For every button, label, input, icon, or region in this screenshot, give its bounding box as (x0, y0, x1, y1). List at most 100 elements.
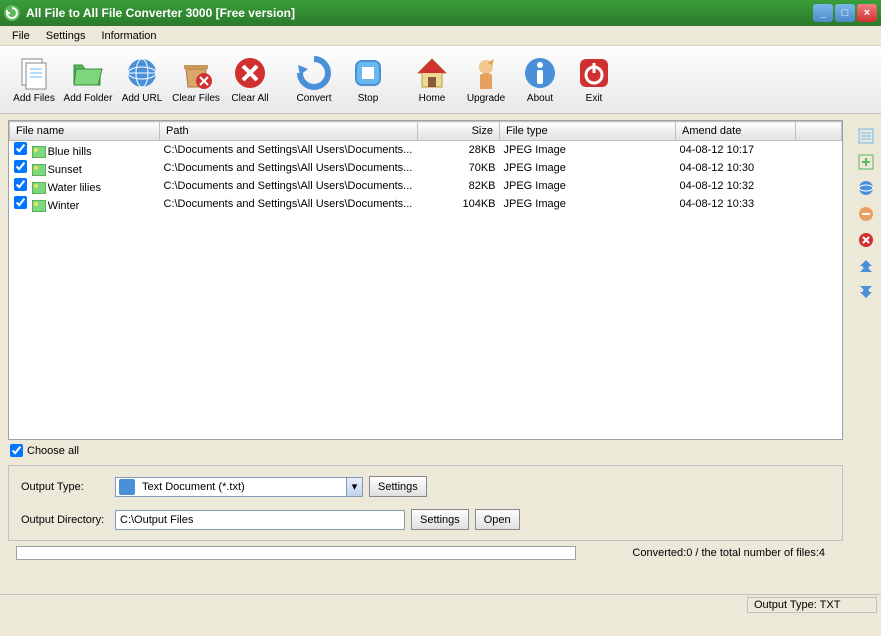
file-name: Blue hills (48, 146, 92, 158)
menu-information[interactable]: Information (93, 28, 164, 44)
menu-file[interactable]: File (4, 28, 38, 44)
file-type: JPEG Image (500, 177, 676, 195)
choose-all-checkbox[interactable] (10, 444, 23, 457)
table-row[interactable]: Sunset C:\Documents and Settings\All User… (10, 159, 842, 177)
clear-files-icon (178, 55, 214, 91)
tool-label: Upgrade (467, 93, 505, 104)
add-files-button[interactable]: Add Files (8, 49, 60, 111)
chevron-down-icon[interactable]: ▾ (346, 478, 362, 496)
tool-label: Add Files (13, 93, 55, 104)
tool-label: Add Folder (64, 93, 113, 104)
output-dir-label: Output Directory: (21, 514, 115, 526)
clear-all-button[interactable]: Clear All (224, 49, 276, 111)
progress-text: Converted:0 / the total number of files:… (576, 547, 835, 559)
output-panel: Output Type: Text Document (*.txt) ▾ Set… (8, 465, 843, 541)
file-size: 104KB (418, 195, 500, 213)
file-name: Winter (48, 200, 80, 212)
home-button[interactable]: Home (406, 49, 458, 111)
output-type-label: Output Type: (21, 481, 115, 493)
side-globe-icon[interactable] (858, 180, 874, 196)
tool-label: Convert (296, 93, 331, 104)
file-size: 82KB (418, 177, 500, 195)
upgrade-icon (468, 55, 504, 91)
image-file-icon (32, 200, 46, 212)
add-folder-button[interactable]: Add Folder (62, 49, 114, 111)
window-title: All File to All File Converter 3000 [Fre… (26, 6, 813, 20)
upgrade-button[interactable]: Upgrade (460, 49, 512, 111)
maximize-button[interactable]: □ (835, 4, 855, 22)
row-checkbox[interactable] (14, 160, 27, 173)
menubar: FileSettingsInformation (0, 26, 881, 46)
file-date: 04-08-12 10:33 (676, 195, 796, 213)
file-name: Water lilies (48, 182, 101, 194)
column-filetype[interactable]: File type (500, 122, 676, 141)
file-name: Sunset (48, 164, 82, 176)
row-checkbox[interactable] (14, 142, 27, 155)
tool-label: About (527, 93, 553, 104)
image-file-icon (32, 164, 46, 176)
side-remove-icon[interactable] (858, 206, 874, 222)
tool-label: Clear Files (172, 93, 220, 104)
file-table[interactable]: File name Path Size File type Amend date… (8, 120, 843, 440)
side-delete-icon[interactable] (858, 232, 874, 248)
file-type: JPEG Image (500, 141, 676, 160)
file-date: 04-08-12 10:17 (676, 141, 796, 160)
add-url-button[interactable]: Add URL (116, 49, 168, 111)
file-path: C:\Documents and Settings\All Users\Docu… (160, 177, 418, 195)
convert-icon (296, 55, 332, 91)
output-dir-input[interactable] (115, 510, 405, 530)
clear-all-icon (232, 55, 268, 91)
tool-label: Add URL (122, 93, 163, 104)
column-spacer (796, 122, 842, 141)
side-down-icon[interactable] (858, 284, 874, 300)
output-type-value: Text Document (*.txt) (138, 481, 346, 493)
about-button[interactable]: About (514, 49, 566, 111)
file-size: 70KB (418, 159, 500, 177)
tool-label: Stop (358, 93, 379, 104)
tool-label: Exit (586, 93, 603, 104)
clear-files-button[interactable]: Clear Files (170, 49, 222, 111)
folder-icon (70, 55, 106, 91)
progress-bar (16, 546, 576, 560)
file-type: JPEG Image (500, 159, 676, 177)
minimize-button[interactable]: _ (813, 4, 833, 22)
menu-settings[interactable]: Settings (38, 28, 94, 44)
exit-button[interactable]: Exit (568, 49, 620, 111)
side-up-icon[interactable] (858, 258, 874, 274)
stop-icon (350, 55, 386, 91)
about-icon (522, 55, 558, 91)
row-checkbox[interactable] (14, 178, 27, 191)
statusbar: Output Type: TXT (0, 594, 881, 614)
column-date[interactable]: Amend date (676, 122, 796, 141)
convert-button[interactable]: Convert (288, 49, 340, 111)
file-type: JPEG Image (500, 195, 676, 213)
column-path[interactable]: Path (160, 122, 418, 141)
tool-label: Clear All (231, 93, 268, 104)
toolbar: Add Files Add Folder Add URL Clear Files Cle… (0, 46, 881, 114)
document-icon (119, 479, 135, 495)
output-type-combo[interactable]: Text Document (*.txt) ▾ (115, 477, 363, 497)
tool-label: Home (419, 93, 446, 104)
output-type-settings-button[interactable]: Settings (369, 476, 427, 497)
output-dir-settings-button[interactable]: Settings (411, 509, 469, 530)
sidebar (851, 114, 881, 594)
table-row[interactable]: Water lilies C:\Documents and Settings\Al… (10, 177, 842, 195)
status-output-type: Output Type: TXT (747, 597, 877, 613)
globe-icon (124, 55, 160, 91)
table-row[interactable]: WinterC:\Documents and Settings\All User… (10, 195, 842, 213)
table-row[interactable]: Blue hills C:\Documents and Settings\All … (10, 141, 842, 160)
close-button[interactable]: × (857, 4, 877, 22)
column-size[interactable]: Size (418, 122, 500, 141)
choose-all-label: Choose all (27, 445, 79, 457)
open-button[interactable]: Open (475, 509, 520, 530)
exit-icon (576, 55, 612, 91)
files-icon (16, 55, 52, 91)
row-checkbox[interactable] (14, 196, 27, 209)
file-path: C:\Documents and Settings\All Users\Docu… (160, 159, 418, 177)
column-filename[interactable]: File name (10, 122, 160, 141)
side-add-icon[interactable] (858, 154, 874, 170)
file-path: C:\Documents and Settings\All Users\Docu… (160, 141, 418, 160)
stop-button[interactable]: Stop (342, 49, 394, 111)
side-list-icon[interactable] (858, 128, 874, 144)
titlebar: All File to All File Converter 3000 [Fre… (0, 0, 881, 26)
